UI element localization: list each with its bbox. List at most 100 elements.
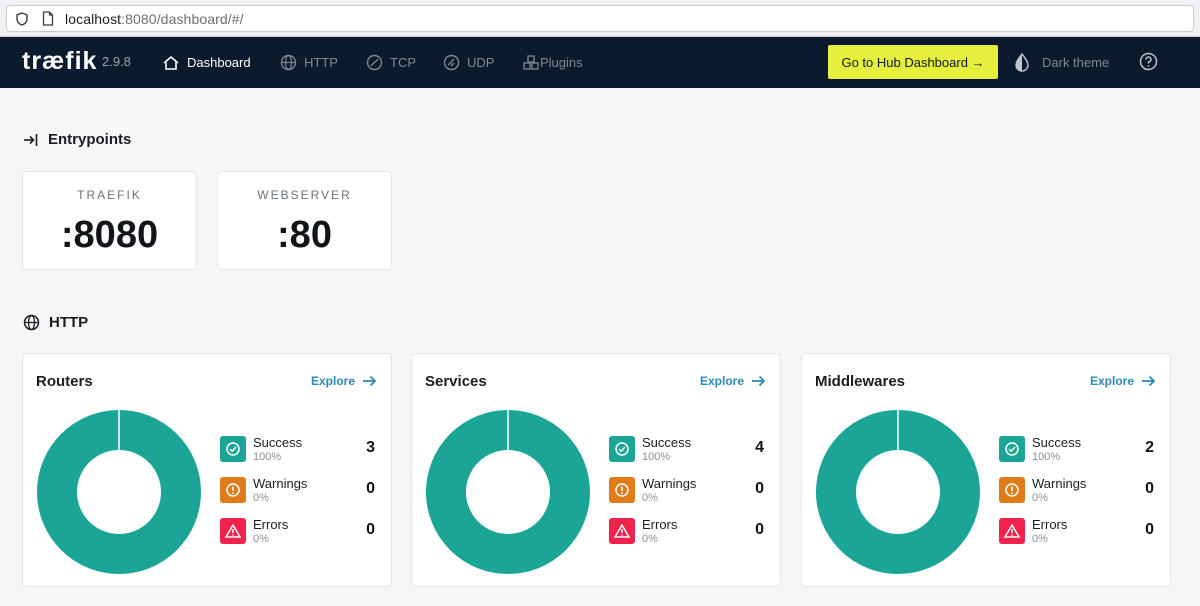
stat-label: Success [1032, 435, 1082, 450]
stat-row-success[interactable]: Success 100% 3 [220, 435, 375, 466]
nav-udp[interactable]: UDP [443, 37, 494, 88]
nav-dashboard-label: Dashboard [187, 55, 251, 70]
http-section-title: HTTP [23, 314, 88, 331]
entrypoint-name: TRAEFIK [77, 188, 142, 202]
http-title: HTTP [49, 314, 89, 331]
arrow-right-icon [1142, 375, 1156, 387]
stat-percent: 0% [642, 492, 658, 504]
top-navbar: træfik 2.9.8 Dashboard HTTP TCP UDP Plug… [0, 37, 1200, 88]
tcp-icon [366, 54, 383, 71]
nav-http[interactable]: HTTP [280, 37, 338, 88]
entrypoints-title: Entrypoints [48, 131, 132, 148]
nav-http-label: HTTP [304, 55, 338, 70]
check-circle-icon [220, 436, 246, 462]
card-title: Routers [36, 373, 93, 390]
url-text: localhost:8080/dashboard/#/ [65, 11, 244, 27]
stat-label: Errors [642, 517, 678, 532]
stat-row-error[interactable]: Errors 0% 0 [220, 517, 375, 548]
nav-plugins-label: Plugins [540, 55, 583, 70]
entrypoint-arrow-icon [24, 133, 38, 146]
http-card-routers: Routers Explore Success 100% 3 Warnings 0% 0 Err… [22, 353, 392, 587]
entrypoint-card-traefik[interactable]: TRAEFIK :8080 [22, 171, 197, 270]
entrypoint-port: :8080 [60, 214, 159, 256]
nav-plugins[interactable]: Plugins [522, 37, 583, 88]
entrypoints-section-title: Entrypoints [23, 131, 131, 148]
stat-percent: 0% [1032, 492, 1048, 504]
stat-label: Success [642, 435, 692, 450]
stat-percent: 100% [1032, 451, 1061, 463]
shield-icon[interactable] [16, 12, 28, 26]
stat-percent: 0% [253, 492, 269, 504]
check-circle-icon [609, 436, 635, 462]
stat-percent: 0% [1032, 533, 1048, 545]
home-icon [163, 55, 179, 70]
warning-circle-icon [220, 477, 246, 503]
explore-routers-link[interactable]: Explore [311, 374, 377, 388]
arrow-right-icon [752, 375, 766, 387]
address-bar[interactable]: localhost:8080/dashboard/#/ [6, 5, 1194, 32]
traefik-logo[interactable]: træfik [22, 47, 97, 76]
warning-circle-icon [609, 477, 635, 503]
stat-row-error[interactable]: Errors 0% 0 [609, 517, 764, 548]
error-triangle-icon [609, 518, 635, 544]
nav-udp-label: UDP [467, 55, 495, 70]
help-button[interactable] [1139, 52, 1158, 76]
explore-label: Explore [1090, 374, 1135, 388]
stat-percent: 100% [253, 451, 282, 463]
plugins-icon [523, 54, 539, 70]
stat-count: 0 [755, 521, 764, 538]
entrypoint-port: :80 [277, 214, 332, 256]
stat-row-error[interactable]: Errors 0% 0 [999, 517, 1154, 548]
nav-tcp-label: TCP [390, 55, 416, 70]
stat-count: 0 [755, 480, 764, 497]
http-card-middlewares: Middlewares Explore Success 100% 2 Warnings 0%… [801, 353, 1171, 587]
stat-row-warning[interactable]: Warnings 0% 0 [999, 476, 1154, 507]
stat-percent: 0% [642, 533, 658, 545]
help-icon [1139, 52, 1158, 71]
browser-toolbar: localhost:8080/dashboard/#/ [0, 0, 1200, 37]
dark-theme-toggle[interactable]: Dark theme [1014, 37, 1109, 88]
stat-count: 3 [366, 439, 375, 456]
stat-row-success[interactable]: Success 100% 2 [999, 435, 1154, 466]
nav-dashboard[interactable]: Dashboard [162, 37, 251, 88]
stat-row-success[interactable]: Success 100% 4 [609, 435, 764, 466]
explore-middlewares-link[interactable]: Explore [1090, 374, 1156, 388]
arrow-right-icon [363, 375, 377, 387]
stat-label: Errors [1032, 517, 1068, 532]
stat-label: Success [253, 435, 303, 450]
globe-icon [23, 314, 40, 331]
stat-count: 0 [1145, 521, 1154, 538]
error-triangle-icon [999, 518, 1025, 544]
page-icon[interactable] [42, 11, 54, 26]
error-triangle-icon [220, 518, 246, 544]
version-label: 2.9.8 [102, 54, 131, 69]
udp-icon [443, 54, 460, 71]
warning-circle-icon [999, 477, 1025, 503]
status-donut-chart [426, 410, 590, 574]
http-card-services: Services Explore Success 100% 4 Warnings 0% 0 Er… [411, 353, 781, 587]
explore-label: Explore [311, 374, 356, 388]
stat-count: 0 [366, 480, 375, 497]
stat-percent: 0% [253, 533, 269, 545]
stat-count: 2 [1145, 439, 1154, 456]
stat-label: Warnings [253, 476, 308, 491]
hub-dashboard-button[interactable]: Go to Hub Dashboard → [828, 45, 998, 79]
contrast-drop-icon [1015, 53, 1029, 72]
stat-row-warning[interactable]: Warnings 0% 0 [220, 476, 375, 507]
stat-row-warning[interactable]: Warnings 0% 0 [609, 476, 764, 507]
nav-tcp[interactable]: TCP [366, 37, 416, 88]
stat-percent: 100% [642, 451, 671, 463]
entrypoint-name: WEBSERVER [257, 188, 352, 202]
stat-count: 0 [1145, 480, 1154, 497]
stat-label: Warnings [1032, 476, 1087, 491]
check-circle-icon [999, 436, 1025, 462]
card-title: Middlewares [815, 373, 906, 390]
stat-count: 4 [755, 439, 764, 456]
explore-services-link[interactable]: Explore [700, 374, 766, 388]
status-donut-chart [816, 410, 980, 574]
stat-count: 0 [366, 521, 375, 538]
stat-label: Warnings [642, 476, 697, 491]
card-title: Services [425, 373, 487, 390]
entrypoint-card-webserver[interactable]: WEBSERVER :80 [217, 171, 392, 270]
dark-theme-label: Dark theme [1042, 55, 1110, 70]
